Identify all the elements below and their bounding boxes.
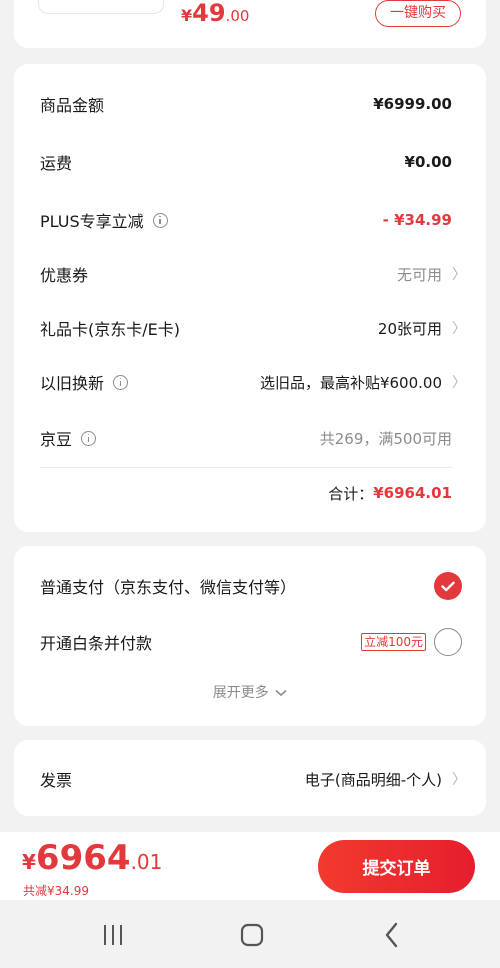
gift-card-row[interactable]: 礼品卡(京东卡/E卡) 20张可用〉 <box>40 313 466 343</box>
total-label: 合计： <box>328 484 374 503</box>
trade-in-row[interactable]: 以旧换新 选旧品，最高补贴¥600.00 〉 <box>40 367 466 397</box>
info-icon[interactable] <box>113 374 129 390</box>
coupon-value: 无可用 <box>396 265 442 284</box>
plus-discount-label: PLUS专享立减 <box>40 212 144 231</box>
submit-order-button[interactable]: 提交订单 <box>318 840 475 893</box>
trade-in-label-group: 以旧换新 <box>40 370 129 394</box>
invoice-label: 发票 <box>40 771 73 790</box>
system-nav-bar <box>0 900 500 968</box>
chevron-right-icon: 〉 <box>452 267 466 283</box>
jingdou-value: 共269，满500可用 <box>319 429 452 448</box>
price-decimal: .00 <box>225 7 250 25</box>
shipping-row: 运费 ¥0.00 <box>40 147 466 177</box>
discount-tag: 立减100元 <box>361 633 426 651</box>
trade-in-value: 选旧品，最高补贴¥600.00 <box>259 373 442 392</box>
shipping-value: ¥0.00 <box>404 153 452 171</box>
info-icon[interactable] <box>152 212 168 228</box>
product-price: ¥49.00 <box>181 0 249 27</box>
divider <box>40 467 452 468</box>
gift-card-label: 礼品卡(京东卡/E卡) <box>40 320 180 339</box>
price-integer: 6964 <box>35 838 131 878</box>
plus-discount-label-group: PLUS专享立减 <box>40 208 168 232</box>
trade-in-value-group: 选旧品，最高补贴¥600.00 〉 <box>260 372 466 393</box>
goods-amount-value: ¥6999.00 <box>373 95 452 113</box>
payment-normal-label: 普通支付（京东支付、微信支付等） <box>40 578 297 597</box>
payment-baitiao-right: 立减100元 <box>361 628 462 656</box>
price-integer: 49 <box>192 0 226 27</box>
one-click-buy-button[interactable]: 一键购买 <box>375 0 461 27</box>
invoice-value-group: 电子(商品明细-个人) 〉 <box>305 769 466 790</box>
check-icon[interactable] <box>434 572 462 600</box>
product-card: ¥49.00 一键购买 <box>14 0 486 48</box>
plus-discount-row: PLUS专享立减 - ¥34.99 <box>40 205 466 235</box>
price-symbol: ¥ <box>22 850 36 874</box>
coupon-row[interactable]: 优惠券 无可用〉 <box>40 259 466 289</box>
checkout-bar: ¥6964.01 共减¥34.99 提交订单 <box>0 832 500 900</box>
radio-button[interactable] <box>434 628 462 656</box>
total-row: 合计： ¥6964.01 <box>328 478 452 508</box>
product-thumbnail[interactable] <box>38 0 164 14</box>
coupon-label: 优惠券 <box>40 266 89 285</box>
saved-amount: 共减¥34.99 <box>23 884 89 898</box>
jingdou-row: 京豆 共269，满500可用 <box>40 423 466 453</box>
chevron-down-icon <box>275 690 287 697</box>
plus-discount-value: - ¥34.99 <box>382 211 452 229</box>
payment-option-normal[interactable]: 普通支付（京东支付、微信支付等） <box>40 571 462 601</box>
jingdou-label: 京豆 <box>40 430 73 449</box>
payment-baitiao-label: 开通白条并付款 <box>40 634 153 653</box>
shipping-label: 运费 <box>40 154 73 173</box>
home-icon[interactable] <box>237 920 267 950</box>
gift-card-value-group: 20张可用〉 <box>378 318 466 339</box>
invoice-card[interactable]: 发票 电子(商品明细-个人) 〉 <box>14 740 486 816</box>
final-price: ¥6964.01 <box>22 838 162 878</box>
expand-more-button[interactable]: 展开更多 <box>14 682 486 702</box>
back-icon[interactable] <box>377 920 407 950</box>
coupon-value-group: 无可用〉 <box>397 264 466 285</box>
expand-more-label: 展开更多 <box>212 685 269 701</box>
price-summary-card: 商品金额 ¥6999.00 运费 ¥0.00 PLUS专享立减 - ¥34.99… <box>14 64 486 532</box>
jingdou-label-group: 京豆 <box>40 426 97 450</box>
payment-option-baitiao[interactable]: 开通白条并付款 立减100元 <box>40 627 462 657</box>
price-symbol: ¥ <box>181 6 193 25</box>
trade-in-label: 以旧换新 <box>40 374 105 393</box>
gift-card-value: 20张可用 <box>377 319 442 338</box>
payment-method-card: 普通支付（京东支付、微信支付等） 开通白条并付款 立减100元 展开更多 <box>14 546 486 726</box>
price-decimal: .01 <box>130 850 163 874</box>
chevron-right-icon: 〉 <box>452 772 466 788</box>
goods-amount-row: 商品金额 ¥6999.00 <box>40 89 466 119</box>
total-value: ¥6964.01 <box>373 484 452 502</box>
chevron-right-icon: 〉 <box>452 321 466 337</box>
chevron-right-icon: 〉 <box>452 375 466 391</box>
recent-apps-icon[interactable] <box>98 920 128 950</box>
invoice-value: 电子(商品明细-个人) <box>304 770 442 789</box>
invoice-row[interactable]: 发票 电子(商品明细-个人) 〉 <box>40 764 466 794</box>
info-icon[interactable] <box>81 430 97 446</box>
goods-amount-label: 商品金额 <box>40 96 105 115</box>
